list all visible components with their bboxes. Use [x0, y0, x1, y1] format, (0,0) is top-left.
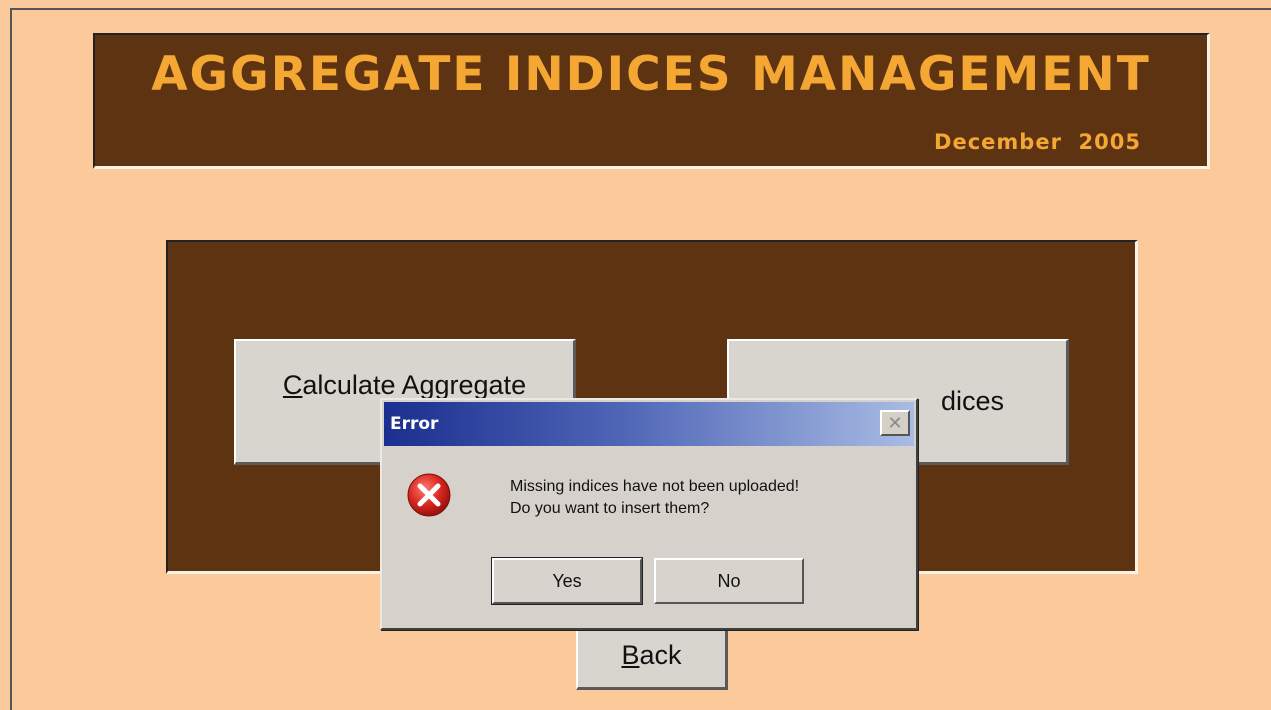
dialog-message: Missing indices have not been uploaded! …	[510, 476, 799, 520]
no-button[interactable]: No	[654, 558, 804, 604]
yes-button[interactable]: Yes	[491, 557, 643, 605]
dialog-message-line2: Do you want to insert them?	[510, 500, 710, 517]
header-banner: AGGREGATE INDICES MANAGEMENT December 20…	[93, 33, 1210, 169]
calculate-label-line1: alculate Aggregate	[302, 370, 527, 401]
page-title: AGGREGATE INDICES MANAGEMENT	[151, 47, 1151, 102]
back-mnemonic: B	[621, 639, 640, 670]
dialog-titlebar[interactable]: Error ✕	[384, 402, 914, 446]
error-dialog: Error ✕ Missing indices have not been up…	[380, 398, 918, 630]
back-button[interactable]: Back	[576, 622, 728, 690]
calculate-mnemonic: C	[282, 370, 303, 401]
close-icon[interactable]: ✕	[880, 410, 910, 436]
back-label: ack	[639, 639, 682, 670]
dialog-message-line1: Missing indices have not been uploaded!	[510, 478, 800, 495]
dialog-title: Error	[390, 414, 439, 434]
header-date: December 2005	[934, 130, 1141, 154]
error-icon	[407, 473, 451, 517]
